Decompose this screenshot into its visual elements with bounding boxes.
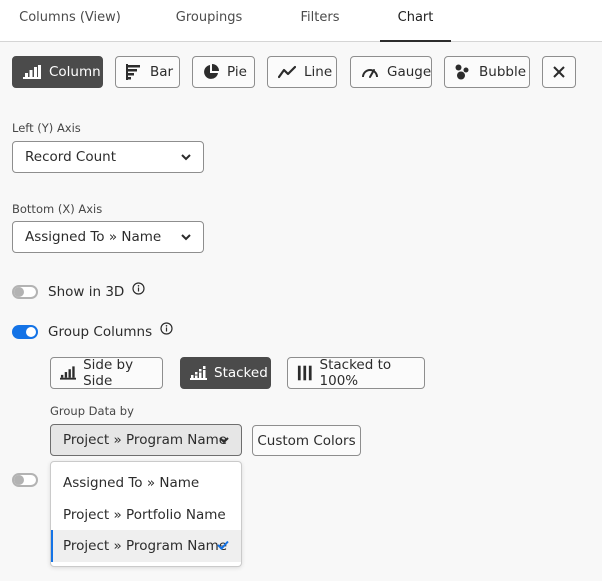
stacked-icon bbox=[190, 366, 207, 380]
chevron-down-icon bbox=[181, 154, 191, 161]
obscured-toggle[interactable] bbox=[12, 473, 38, 487]
tab-columns-view[interactable]: Columns (View) bbox=[14, 0, 126, 42]
tab-filters[interactable]: Filters bbox=[290, 0, 350, 42]
chart-type-bar-button[interactable]: Bar bbox=[115, 56, 180, 88]
tab-groupings[interactable]: Groupings bbox=[165, 0, 253, 42]
menu-item-portfolio-name[interactable]: Project » Portfolio Name bbox=[51, 499, 241, 531]
chart-type-line-button[interactable]: Line bbox=[267, 56, 337, 88]
menu-item-label: Project » Program Name bbox=[63, 538, 228, 554]
side-by-side-button[interactable]: Side by Side bbox=[50, 357, 163, 389]
info-icon[interactable] bbox=[160, 321, 173, 335]
stacked-button[interactable]: Stacked bbox=[180, 357, 271, 389]
tab-bar: Columns (View) Groupings Filters Chart bbox=[0, 0, 602, 42]
show-3d-label: Show in 3D bbox=[48, 284, 125, 300]
line-chart-icon bbox=[278, 65, 296, 79]
chevron-down-icon bbox=[181, 234, 191, 241]
group-data-by-menu: Assigned To » Name Project » Portfolio N… bbox=[50, 461, 242, 567]
group-columns-toggle[interactable] bbox=[12, 325, 38, 339]
chart-type-gauge-button[interactable]: Gauge bbox=[350, 56, 432, 88]
bar-chart-icon bbox=[126, 64, 140, 80]
chart-type-label: Bar bbox=[150, 64, 174, 80]
menu-item-label: Assigned To » Name bbox=[63, 475, 200, 491]
stacked-100-icon bbox=[297, 365, 312, 381]
side-by-side-label: Side by Side bbox=[83, 357, 134, 389]
chart-type-pie-button[interactable]: Pie bbox=[192, 56, 255, 88]
stacked-100-label: Stacked to 100% bbox=[319, 357, 392, 389]
info-icon[interactable] bbox=[132, 281, 145, 295]
close-icon bbox=[553, 66, 565, 78]
stacked-label: Stacked bbox=[214, 365, 268, 381]
show-3d-toggle[interactable] bbox=[12, 285, 38, 299]
group-data-by-select[interactable]: Project » Program Name bbox=[50, 424, 242, 456]
bottom-axis-label: Bottom (X) Axis bbox=[12, 202, 103, 216]
column-chart-icon bbox=[23, 65, 41, 79]
group-data-by-value: Project » Program Name bbox=[63, 432, 228, 448]
left-axis-label: Left (Y) Axis bbox=[12, 121, 81, 135]
chart-type-label: Gauge bbox=[387, 64, 432, 80]
group-data-by-label: Group Data by bbox=[50, 404, 134, 418]
chart-type-label: Column bbox=[49, 64, 101, 80]
bottom-axis-select[interactable]: Assigned To » Name bbox=[12, 221, 204, 253]
menu-item-label: Project » Portfolio Name bbox=[63, 507, 226, 523]
close-button[interactable] bbox=[542, 56, 576, 88]
group-columns-row: Group Columns bbox=[12, 321, 173, 342]
left-axis-value: Record Count bbox=[25, 149, 117, 165]
side-by-side-icon bbox=[60, 366, 77, 380]
chart-type-label: Line bbox=[304, 64, 333, 80]
chart-type-bubble-button[interactable]: Bubble bbox=[444, 56, 530, 88]
custom-colors-button[interactable]: Custom Colors bbox=[252, 425, 361, 456]
chart-type-label: Pie bbox=[227, 64, 247, 80]
hidden-toggle[interactable] bbox=[12, 473, 38, 487]
chart-type-column-button[interactable]: Column bbox=[12, 56, 103, 88]
menu-item-program-name[interactable]: Project » Program Name bbox=[51, 530, 241, 562]
checkmark-icon bbox=[217, 540, 229, 550]
tab-chart[interactable]: Chart bbox=[380, 0, 451, 42]
group-columns-label: Group Columns bbox=[48, 324, 153, 340]
show-3d-row: Show in 3D bbox=[12, 281, 145, 302]
menu-item-assigned-to-name[interactable]: Assigned To » Name bbox=[51, 467, 241, 499]
chart-type-label: Bubble bbox=[479, 64, 527, 80]
stacked-100-button[interactable]: Stacked to 100% bbox=[287, 357, 425, 389]
chevron-down-icon bbox=[219, 437, 229, 444]
left-axis-select[interactable]: Record Count bbox=[12, 141, 204, 173]
bottom-axis-value: Assigned To » Name bbox=[25, 229, 162, 245]
pie-chart-icon bbox=[204, 64, 219, 79]
gauge-icon bbox=[362, 69, 378, 78]
bubble-chart-icon bbox=[455, 64, 469, 80]
